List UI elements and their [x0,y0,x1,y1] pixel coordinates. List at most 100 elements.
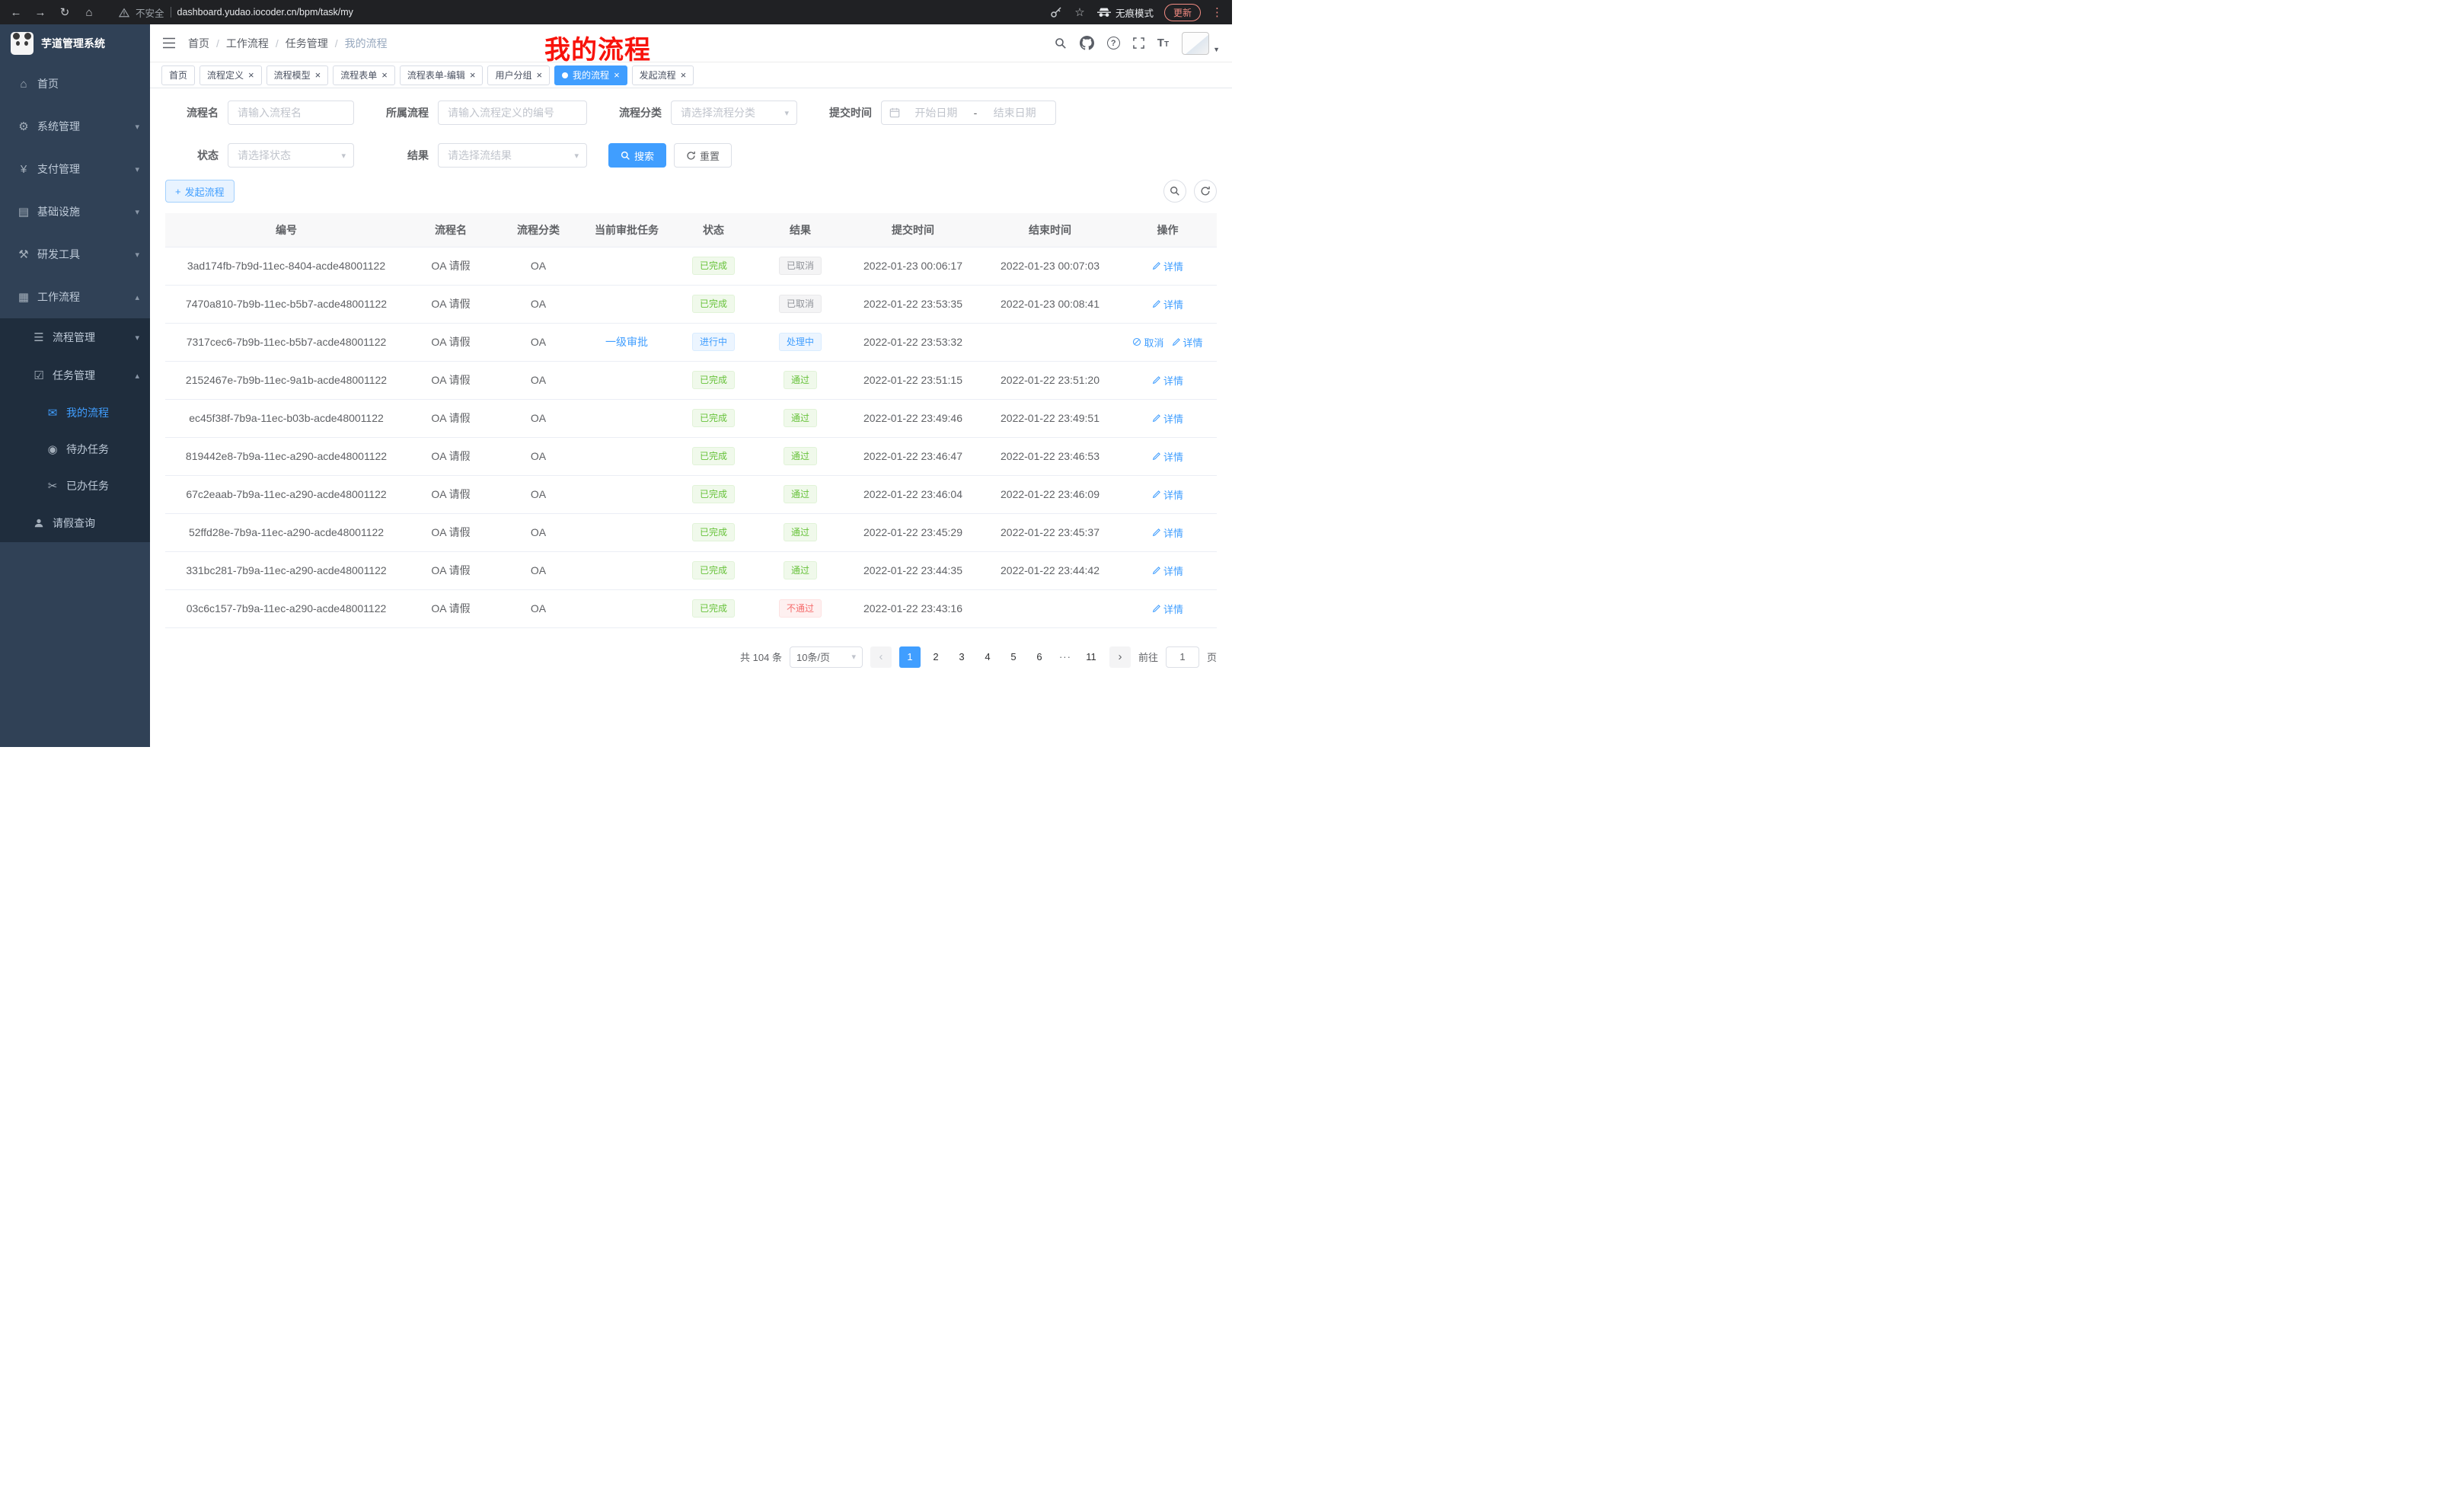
cell-actions: 详情 [1119,399,1217,437]
detail-action-link[interactable]: 详情 [1172,335,1203,350]
cancel-action-link[interactable]: 取消 [1132,335,1163,350]
current-task-link[interactable]: 一级审批 [605,336,648,348]
sidebar-item-todo-tasks[interactable]: ◉ 待办任务 [0,431,150,468]
caret-down-icon: ▼ [1213,46,1220,53]
detail-action-link[interactable]: 详情 [1152,411,1183,426]
url-text: dashboard.yudao.iocoder.cn/bpm/task/my [177,7,353,18]
table-row: 7317cec6-7b9b-11ec-b5b7-acde48001122OA 请… [165,323,1217,361]
process-definition-input[interactable] [438,101,587,125]
sidebar-item-done-tasks[interactable]: ✂ 已办任务 [0,468,150,504]
search-button[interactable]: 搜索 [608,143,666,168]
fullscreen-icon[interactable] [1133,37,1144,49]
browser-home-button[interactable]: ⌂ [82,6,96,19]
browser-menu-icon[interactable]: ⋮ [1211,5,1223,19]
breadcrumb-item-workflow[interactable]: 工作流程 [226,36,269,51]
bookmark-star-icon[interactable]: ☆ [1073,5,1087,19]
close-icon[interactable]: × [315,70,321,80]
sidebar-item-dev-tools[interactable]: ⚒ 研发工具 ▾ [0,233,150,276]
page-button[interactable]: 1 [899,646,921,668]
page-button[interactable]: 6 [1029,646,1050,668]
status-tag: 已完成 [692,599,735,618]
header-actions: ? TT ▼ [1055,32,1220,55]
tab-user-group[interactable]: 用户分组× [487,65,550,85]
sidebar-item-process-management[interactable]: ☰ 流程管理 ▾ [0,318,150,356]
page-button[interactable]: 2 [925,646,946,668]
page-button[interactable]: 3 [951,646,972,668]
reset-button[interactable]: 重置 [674,143,732,168]
tab-my-process[interactable]: 我的流程× [554,65,627,85]
font-size-icon[interactable]: TT [1157,37,1169,49]
sidebar-item-my-process[interactable]: ✉ 我的流程 [0,394,150,431]
close-icon[interactable]: × [381,70,388,80]
show-search-button[interactable] [1163,180,1186,203]
more-pages-button[interactable]: ··· [1055,646,1076,668]
close-icon[interactable]: × [470,70,476,80]
menu-collapse-icon[interactable] [162,37,176,49]
breadcrumb-item-task-management[interactable]: 任务管理 [286,36,328,51]
detail-action-link[interactable]: 详情 [1152,259,1183,273]
cell-current-task [582,285,671,323]
tab-process-form[interactable]: 流程表单× [333,65,395,85]
user-menu[interactable]: ▼ [1182,32,1220,55]
detail-action-link[interactable]: 详情 [1152,449,1183,464]
cell-current-task: 一级审批 [582,323,671,361]
page-button[interactable]: 11 [1080,646,1102,668]
address-bar[interactable]: 不安全 dashboard.yudao.iocoder.cn/bpm/task/… [119,5,1039,20]
detail-action-link[interactable]: 详情 [1152,602,1183,616]
cell-submit-time: 2022-01-23 00:06:17 [844,247,981,285]
detail-action-link[interactable]: 详情 [1152,373,1183,388]
detail-action-link[interactable]: 详情 [1152,487,1183,502]
search-icon[interactable] [1055,37,1067,49]
process-name-label: 流程名 [165,105,219,120]
sidebar-item-payment-management[interactable]: ¥ 支付管理 ▾ [0,148,150,190]
create-process-button[interactable]: + 发起流程 [165,180,235,203]
incognito-badge: 无痕模式 [1097,5,1154,20]
close-icon[interactable]: × [614,70,620,80]
process-name-input[interactable] [228,101,354,125]
app-logo-row[interactable]: 芋道管理系统 [0,24,150,62]
browser-reload-button[interactable]: ↻ [58,5,72,19]
page-button[interactable]: 5 [1003,646,1024,668]
sidebar-item-task-management[interactable]: ☑ 任务管理 ▴ [0,356,150,394]
cell-id: 67c2eaab-7b9a-11ec-a290-acde48001122 [165,475,407,513]
help-icon[interactable]: ? [1107,37,1120,49]
refresh-table-button[interactable] [1194,180,1217,203]
cell-id: 03c6c157-7b9a-11ec-a290-acde48001122 [165,589,407,627]
sidebar-item-workflow[interactable]: ▦ 工作流程 ▴ [0,276,150,318]
next-page-button[interactable]: › [1109,646,1131,668]
cell-end-time [981,323,1119,361]
tab-process-form-edit[interactable]: 流程表单-编辑× [400,65,484,85]
detail-action-link[interactable]: 详情 [1152,563,1183,578]
prev-page-button[interactable]: ‹ [870,646,892,668]
page-size-select[interactable]: 10条/页 ▾ [790,646,863,668]
submit-time-range-picker[interactable]: 开始日期 - 结束日期 [881,101,1056,125]
browser-update-button[interactable]: 更新 [1164,4,1201,21]
result-select[interactable]: 请选择流结果 ▾ [438,143,587,168]
tab-home[interactable]: 首页 [161,65,195,85]
browser-forward-button[interactable]: → [34,6,47,19]
category-select[interactable]: 请选择流程分类 ▾ [671,101,797,125]
sidebar-item-home[interactable]: ⌂ 首页 [0,62,150,105]
goto-page-input[interactable] [1166,646,1199,668]
github-icon[interactable] [1080,36,1094,50]
cell-process-name: OA 请假 [407,361,494,399]
status-select[interactable]: 请选择状态 ▾ [228,143,354,168]
close-icon[interactable]: × [536,70,542,80]
password-key-icon[interactable] [1050,6,1062,18]
close-icon[interactable]: × [681,70,687,80]
browser-back-button[interactable]: ← [9,6,23,19]
detail-action-link[interactable]: 详情 [1152,297,1183,311]
table-row: ec45f38f-7b9a-11ec-b03b-acde48001122OA 请… [165,399,1217,437]
page-button[interactable]: 4 [977,646,998,668]
filter-category: 流程分类 请选择流程分类 ▾ [608,101,797,125]
sidebar-item-infrastructure[interactable]: ▤ 基础设施 ▾ [0,190,150,233]
close-icon[interactable]: × [248,70,254,80]
tab-process-model[interactable]: 流程模型× [267,65,329,85]
detail-action-link[interactable]: 详情 [1152,525,1183,540]
cell-current-task [582,399,671,437]
tab-start-process[interactable]: 发起流程× [632,65,694,85]
sidebar-item-system-management[interactable]: ⚙ 系统管理 ▾ [0,105,150,148]
breadcrumb-item-home[interactable]: 首页 [188,36,209,51]
sidebar-item-leave-query[interactable]: 请假查询 [0,504,150,542]
tab-process-definition[interactable]: 流程定义× [199,65,262,85]
